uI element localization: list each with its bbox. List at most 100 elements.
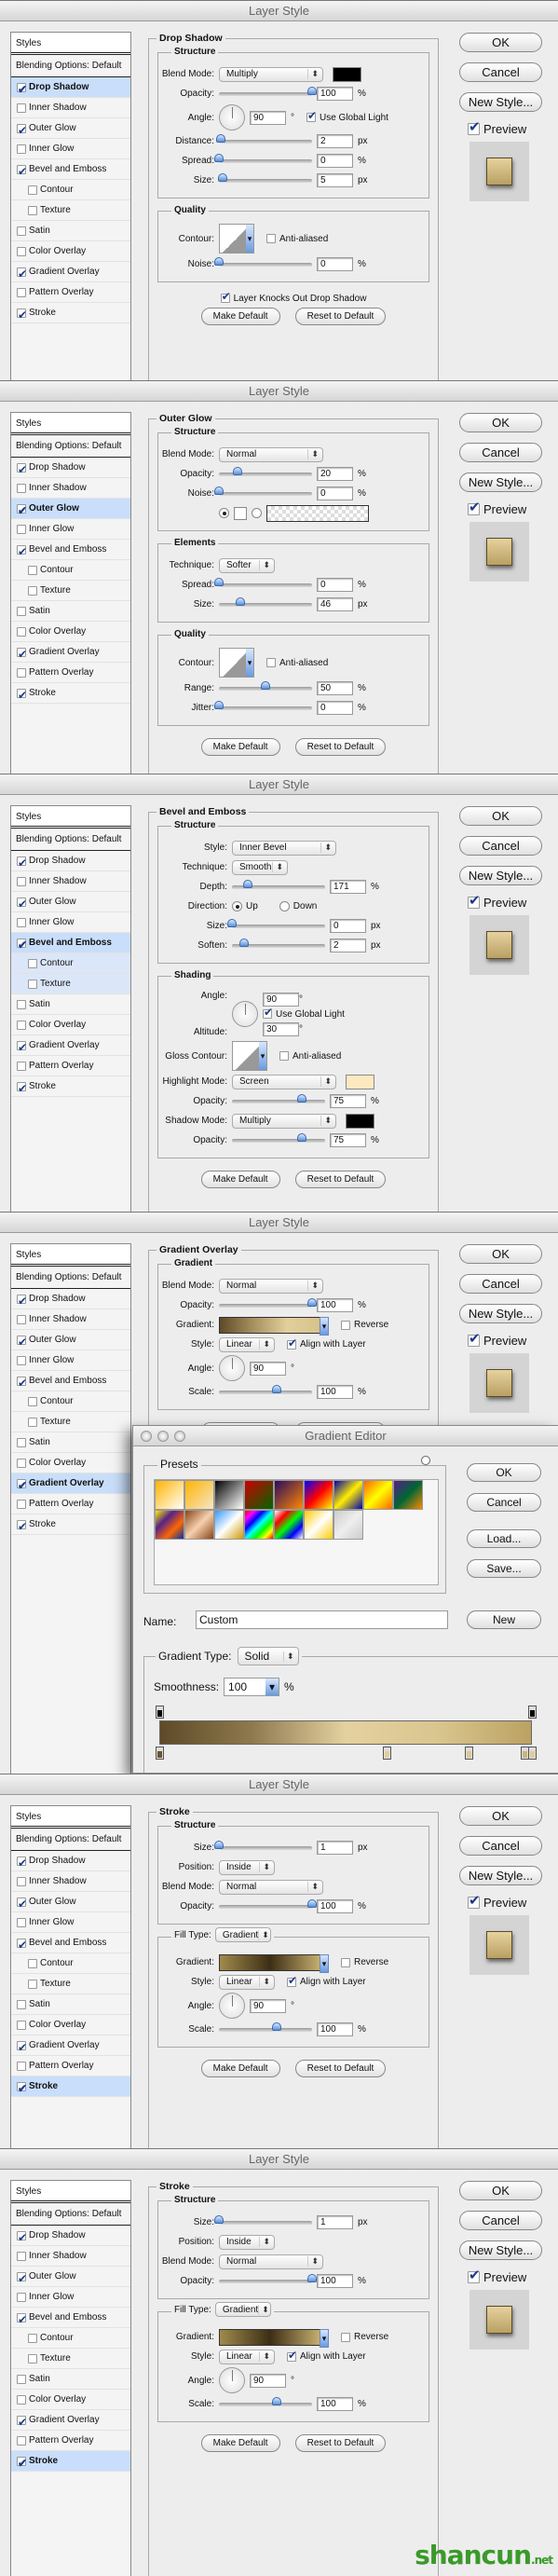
sidebar-item-stroke[interactable]: Stroke [11, 303, 130, 325]
ok-button[interactable]: OK [459, 1244, 542, 1264]
bevel-and-emboss-checkbox[interactable] [17, 161, 27, 182]
texture-checkbox[interactable] [28, 979, 37, 989]
sidebar-item-stroke[interactable]: Stroke [11, 1514, 130, 1537]
make-default-button[interactable]: Make Default [200, 1171, 280, 1188]
opacity-value-field[interactable]: 20 [317, 467, 353, 481]
stroke-checkbox[interactable] [17, 685, 27, 706]
contour-picker[interactable] [232, 1041, 267, 1071]
blend-mode-select[interactable]: Multiply [219, 66, 323, 82]
outer-glow-checkbox[interactable] [17, 500, 27, 521]
sidebar-item-inner-shadow[interactable]: Inner Shadow [11, 2246, 130, 2267]
sidebar-item-stroke[interactable]: Stroke [11, 1076, 130, 1099]
spread-slider[interactable] [214, 577, 312, 587]
blending-options-item[interactable]: Blending Options: Default [11, 1267, 130, 1289]
gradient-overlay-checkbox[interactable] [17, 1475, 27, 1496]
sidebar-item-contour[interactable]: Contour [11, 953, 130, 974]
sidebar-item-stroke[interactable]: Stroke [11, 683, 130, 706]
slider-thumb[interactable] [214, 486, 224, 495]
angle-dial-icon[interactable] [219, 1355, 245, 1381]
solid-color-radio[interactable] [219, 508, 229, 518]
radio-down[interactable]: Down [279, 901, 317, 911]
color-overlay-checkbox[interactable] [17, 2020, 26, 2030]
reset-to-default-button[interactable]: Reset to Default [294, 1171, 387, 1188]
sidebar-item-drop-shadow[interactable]: Drop Shadow [11, 1289, 130, 1311]
sidebar-item-gradient-overlay[interactable]: Gradient Overlay [11, 2410, 130, 2432]
styles-header[interactable]: Styles [11, 33, 130, 55]
preset-swatch[interactable] [304, 1510, 333, 1540]
opacity-value-field[interactable]: 100 [317, 2274, 353, 2288]
slider-thumb[interactable] [272, 2396, 281, 2405]
styles-header[interactable]: Styles [11, 413, 130, 435]
drop-shadow-checkbox[interactable] [17, 853, 27, 873]
outer-glow-checkbox[interactable] [17, 1332, 27, 1352]
make-default-button[interactable]: Make Default [200, 2434, 280, 2452]
gradient-picker[interactable] [219, 2328, 329, 2348]
jitter-slider[interactable] [214, 700, 312, 710]
sidebar-item-outer-glow[interactable]: Outer Glow [11, 892, 130, 914]
outer-glow-checkbox[interactable] [17, 1894, 27, 1914]
style-select[interactable]: Linear [219, 1974, 275, 1990]
gradient-overlay-checkbox[interactable] [17, 1037, 27, 1058]
gradient-overlay-checkbox[interactable] [17, 2037, 27, 2058]
highlight-mode-select[interactable]: Screen [232, 1074, 336, 1089]
sidebar-item-texture[interactable]: Texture [11, 974, 130, 994]
scale-slider[interactable] [219, 2021, 312, 2032]
slider-thumb[interactable] [297, 1093, 306, 1103]
ok-button[interactable]: OK [459, 413, 542, 432]
scale-value-field[interactable]: 100 [317, 1385, 353, 1399]
new-style-button[interactable]: New Style... [459, 866, 542, 885]
sidebar-item-inner-glow[interactable]: Inner Glow [11, 519, 130, 540]
sidebar-item-gradient-overlay[interactable]: Gradient Overlay [11, 2035, 130, 2058]
sidebar-item-bevel-and-emboss[interactable]: Bevel and Emboss [11, 540, 130, 562]
slider-thumb[interactable] [218, 172, 227, 182]
sidebar-item-gradient-overlay[interactable]: Gradient Overlay [11, 1473, 130, 1496]
anti-aliased-checkbox[interactable]: Anti-aliased [266, 658, 328, 668]
color-stop[interactable] [156, 1747, 164, 1760]
size-slider[interactable] [219, 596, 312, 607]
sidebar-item-color-overlay[interactable]: Color Overlay [11, 241, 130, 262]
slider-thumb[interactable] [307, 86, 317, 95]
preset-swatch[interactable] [333, 1510, 363, 1540]
glow-color-swatch[interactable] [234, 506, 247, 520]
technique-select[interactable]: Softer [219, 557, 275, 573]
satin-checkbox[interactable] [17, 606, 26, 616]
reverse-checkbox[interactable]: Reverse [341, 1957, 388, 1967]
cancel-button[interactable]: Cancel [459, 1836, 542, 1856]
sidebar-item-inner-shadow[interactable]: Inner Shadow [11, 1309, 130, 1330]
bevel-and-emboss-checkbox[interactable] [17, 541, 27, 562]
opacity-slider[interactable] [219, 86, 317, 96]
sidebar-item-satin[interactable]: Satin [11, 1994, 130, 2015]
pattern-overlay-checkbox[interactable] [17, 1061, 26, 1071]
drop-shadow-checkbox[interactable] [17, 1853, 27, 1873]
sidebar-item-inner-glow[interactable]: Inner Glow [11, 139, 130, 159]
range-value-field[interactable]: 50 [317, 681, 353, 695]
new-style-button[interactable]: New Style... [459, 2240, 542, 2260]
new-style-button[interactable]: New Style... [459, 1866, 542, 1885]
anti-aliased-box[interactable] [266, 658, 276, 667]
stroke-checkbox[interactable] [17, 2453, 27, 2473]
preset-swatch[interactable] [274, 1510, 304, 1540]
soften-slider[interactable] [232, 938, 325, 948]
gradient-picker[interactable] [219, 1316, 329, 1336]
preview-checkbox[interactable]: Preview [468, 118, 542, 136]
scale-slider[interactable] [219, 1384, 312, 1394]
slider-thumb[interactable] [214, 2214, 224, 2224]
opacity-slider[interactable] [219, 466, 312, 476]
soften-value-field[interactable]: 2 [330, 939, 366, 952]
preview-box[interactable] [468, 499, 481, 515]
contour-checkbox[interactable] [28, 1958, 37, 1968]
opacity-slider[interactable] [232, 1093, 325, 1103]
sidebar-item-pattern-overlay[interactable]: Pattern Overlay [11, 1056, 130, 1076]
sidebar-item-stroke[interactable]: Stroke [11, 2451, 130, 2473]
noise-slider[interactable] [214, 256, 312, 267]
contour-picker[interactable] [219, 648, 254, 678]
opacity-value-field[interactable]: 75 [330, 1133, 366, 1147]
blending-options-item[interactable]: Blending Options: Default [11, 1829, 130, 1851]
sidebar-item-texture[interactable]: Texture [11, 2349, 130, 2369]
sidebar-item-outer-glow[interactable]: Outer Glow [11, 1892, 130, 1914]
outer-glow-checkbox[interactable] [17, 2268, 27, 2289]
opacity-slider[interactable] [219, 1297, 317, 1308]
slider-thumb[interactable] [307, 2273, 317, 2282]
inner-glow-checkbox[interactable] [17, 2292, 26, 2302]
preset-swatch[interactable] [274, 1480, 304, 1510]
